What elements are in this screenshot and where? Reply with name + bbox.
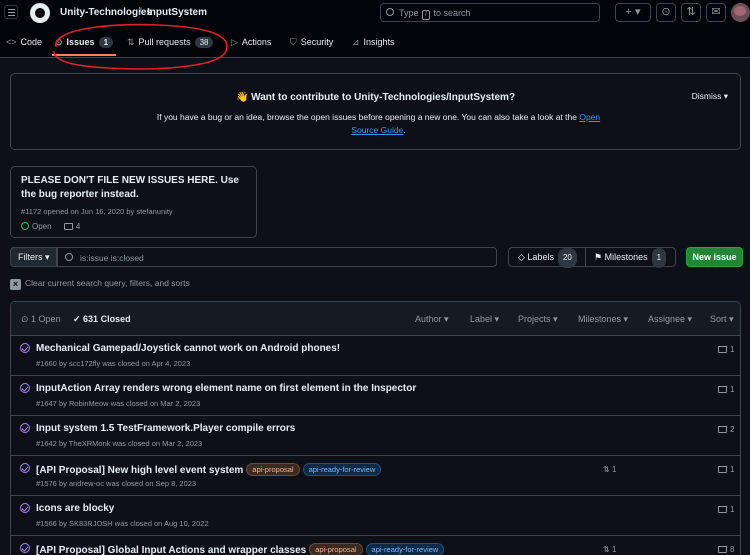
tab-insights[interactable]: ⊿ Insights <box>352 37 395 48</box>
pull-requests-icon[interactable]: ⇅ <box>681 3 701 22</box>
label-badge[interactable]: api-ready-for-review <box>302 463 382 476</box>
tab-actions[interactable]: ▷ Actions <box>231 37 271 48</box>
issue-title[interactable]: Input system 1.5 TestFramework.Player co… <box>36 423 295 434</box>
linked-pr[interactable]: ⇅ 1 <box>603 545 616 554</box>
pinned-issue-state: Open <box>32 222 52 231</box>
issue-row[interactable]: InputAction Array renders wrong element … <box>11 376 740 416</box>
menu-icon[interactable] <box>4 5 18 19</box>
issue-list: ⊙ 1 Open ✓ 631 Closed Author ▾ Label ▾ P… <box>10 301 741 555</box>
issue-comments[interactable]: 1 <box>718 465 734 474</box>
comment-icon <box>718 346 727 353</box>
tab-code[interactable]: <> Code <box>6 37 42 47</box>
search-icon <box>65 253 73 261</box>
closed-issue-icon <box>20 503 30 513</box>
sort-dropdown[interactable]: Sort ▾ <box>710 314 734 325</box>
milestones-button[interactable]: ⚑ Milestones 1 <box>586 247 676 268</box>
pinned-issue-meta: #1172 opened on Jun 16, 2020 by stefanun… <box>21 207 173 216</box>
issue-title[interactable]: Mechanical Gamepad/Joystick cannot work … <box>36 343 340 354</box>
label-filter[interactable]: Label ▾ <box>470 314 499 325</box>
tab-security[interactable]: ⛉ Security <box>290 37 333 48</box>
comment-icon <box>718 386 727 393</box>
milestones-filter[interactable]: Milestones ▾ <box>578 314 628 325</box>
projects-filter[interactable]: Projects ▾ <box>518 314 558 325</box>
code-icon: <> <box>6 37 17 47</box>
pinned-issue-title[interactable]: PLEASE DON'T FILE NEW ISSUES HERE. Use t… <box>21 174 251 202</box>
red-circle-annotation <box>53 23 228 70</box>
filters-dropdown[interactable]: Filters ▾ <box>10 247 57 267</box>
issue-meta: #1660 by scc172fly was closed on Apr 4, … <box>36 359 191 368</box>
avatar[interactable] <box>731 3 750 22</box>
issue-meta: #1576 by andrew-oc was closed on Sep 8, … <box>36 479 197 488</box>
new-issue-button[interactable]: New issue <box>686 247 743 267</box>
assignee-filter[interactable]: Assignee ▾ <box>648 314 692 325</box>
issue-search-value: is:issue is:closed <box>80 253 144 263</box>
closed-issues-toggle[interactable]: ✓ 631 Closed <box>73 314 131 325</box>
wave-icon: 👋 <box>235 92 249 103</box>
search-input[interactable]: Type / to search <box>380 3 600 22</box>
labels-count: 20 <box>557 248 577 268</box>
issue-meta: #1566 by SK83RJOSH was closed on Aug 10,… <box>36 519 209 528</box>
closed-issue-icon <box>20 543 30 553</box>
comment-icon <box>63 223 73 230</box>
create-new-button[interactable]: + ▾ <box>615 3 651 22</box>
closed-issue-icon <box>20 343 30 353</box>
breadcrumb-separator: / <box>139 7 142 18</box>
closed-issue-icon <box>20 423 30 433</box>
issue-title[interactable]: InputAction Array renders wrong element … <box>36 383 416 394</box>
linked-pr[interactable]: ⇅ 1 <box>603 465 616 474</box>
pinned-issue-footer: Open 4 <box>21 222 80 231</box>
contribute-banner: 👋 Want to contribute to Unity-Technologi… <box>10 73 741 150</box>
label-badge[interactable]: api-proposal <box>309 543 363 555</box>
comment-icon <box>718 506 727 513</box>
issue-comments[interactable]: 1 <box>718 385 734 394</box>
open-issues-toggle[interactable]: ⊙ 1 Open <box>21 314 61 325</box>
breadcrumb-repo[interactable]: InputSystem <box>147 7 207 18</box>
issue-row[interactable]: Mechanical Gamepad/Joystick cannot work … <box>11 336 740 376</box>
github-logo-icon[interactable] <box>30 3 50 23</box>
label-badge[interactable]: api-proposal <box>246 463 300 476</box>
shield-icon: ⛉ <box>290 37 297 47</box>
issue-comments[interactable]: 1 <box>718 505 734 514</box>
close-icon: × <box>10 279 21 290</box>
banner-title: 👋 Want to contribute to Unity-Technologi… <box>235 92 516 103</box>
graph-icon: ⊿ <box>352 37 360 47</box>
issue-row[interactable]: Input system 1.5 TestFramework.Player co… <box>11 416 740 456</box>
clear-filters-link[interactable]: × Clear current search query, filters, an… <box>10 278 190 290</box>
issues-icon[interactable]: ⊙ <box>656 3 676 22</box>
pinned-issue-card[interactable]: PLEASE DON'T FILE NEW ISSUES HERE. Use t… <box>10 166 257 238</box>
label-badge[interactable]: api-ready-for-review <box>365 543 445 555</box>
issue-comments[interactable]: 2 <box>718 425 734 434</box>
comment-icon <box>718 466 727 473</box>
labels-button[interactable]: ◇ Labels 20 <box>508 247 586 268</box>
search-icon <box>386 8 394 16</box>
issue-row[interactable]: Icons are blocky #1566 by SK83RJOSH was … <box>11 496 740 536</box>
comment-icon <box>718 426 727 433</box>
issue-search-input[interactable]: is:issue is:closed <box>57 247 497 267</box>
pinned-issue-comments: 4 <box>75 222 81 231</box>
issue-list-header: ⊙ 1 Open ✓ 631 Closed Author ▾ Label ▾ P… <box>11 302 740 336</box>
dismiss-button[interactable]: Dismiss ▾ <box>692 91 728 102</box>
search-placeholder: Type / to search <box>399 8 471 20</box>
issue-title[interactable]: [API Proposal] New high level event syst… <box>36 463 382 476</box>
issue-comments[interactable]: 1 <box>718 345 734 354</box>
issue-meta: #1647 by RobinMeow was closed on Mar 2, … <box>36 399 201 408</box>
milestones-count: 1 <box>651 248 667 268</box>
play-icon: ▷ <box>231 37 238 47</box>
banner-text: If you have a bug or an idea, browse the… <box>156 112 601 135</box>
comment-icon <box>718 546 727 553</box>
issue-meta: #1642 by TheXRMonk was closed on Mar 2, … <box>36 439 203 448</box>
issue-row[interactable]: [API Proposal] New high level event syst… <box>11 456 740 496</box>
inbox-icon[interactable]: ✉ <box>706 3 726 22</box>
issue-comments[interactable]: 8 <box>718 545 734 554</box>
issue-row[interactable]: [API Proposal] Global Input Actions and … <box>11 536 740 555</box>
closed-issue-icon <box>20 383 30 393</box>
closed-issue-icon <box>20 463 30 473</box>
issue-title[interactable]: Icons are blocky <box>36 503 114 514</box>
open-issue-icon <box>21 222 29 230</box>
issue-title[interactable]: [API Proposal] Global Input Actions and … <box>36 543 445 555</box>
author-filter[interactable]: Author ▾ <box>415 314 449 325</box>
